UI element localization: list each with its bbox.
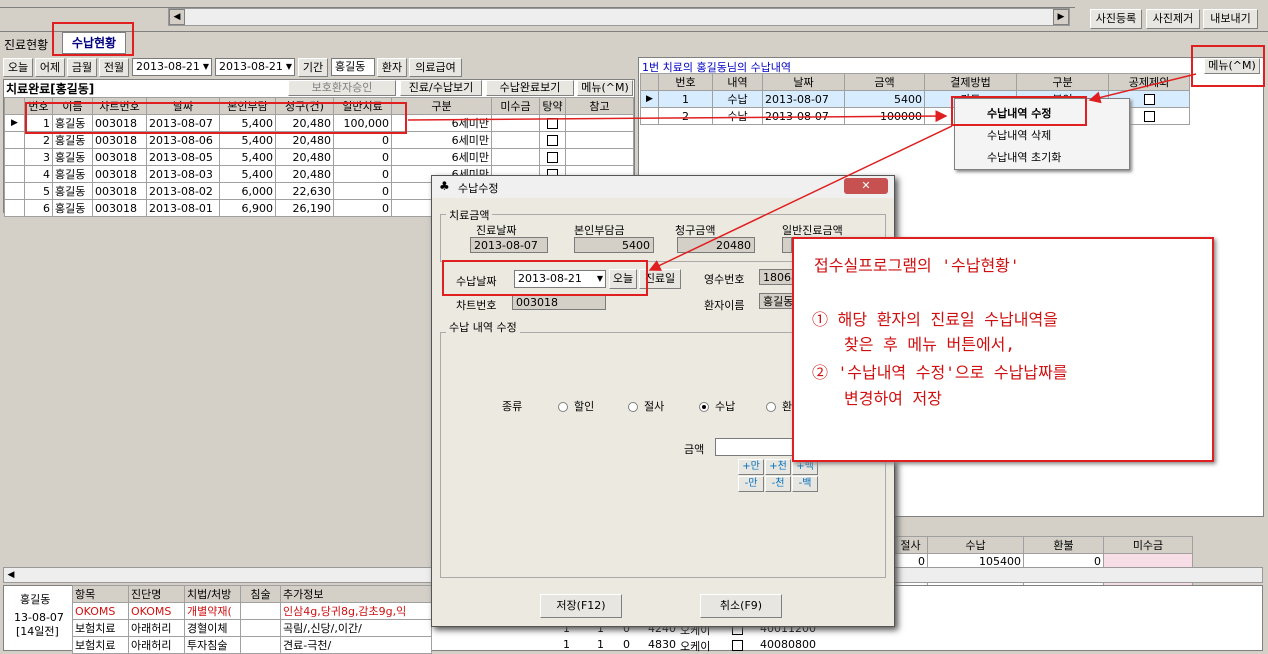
arrow-context-to-date [648, 125, 953, 271]
arrow-row-to-menu [407, 110, 948, 123]
annotation-arrows [407, 73, 1197, 271]
arrow-menu-to-context [1088, 73, 1197, 104]
